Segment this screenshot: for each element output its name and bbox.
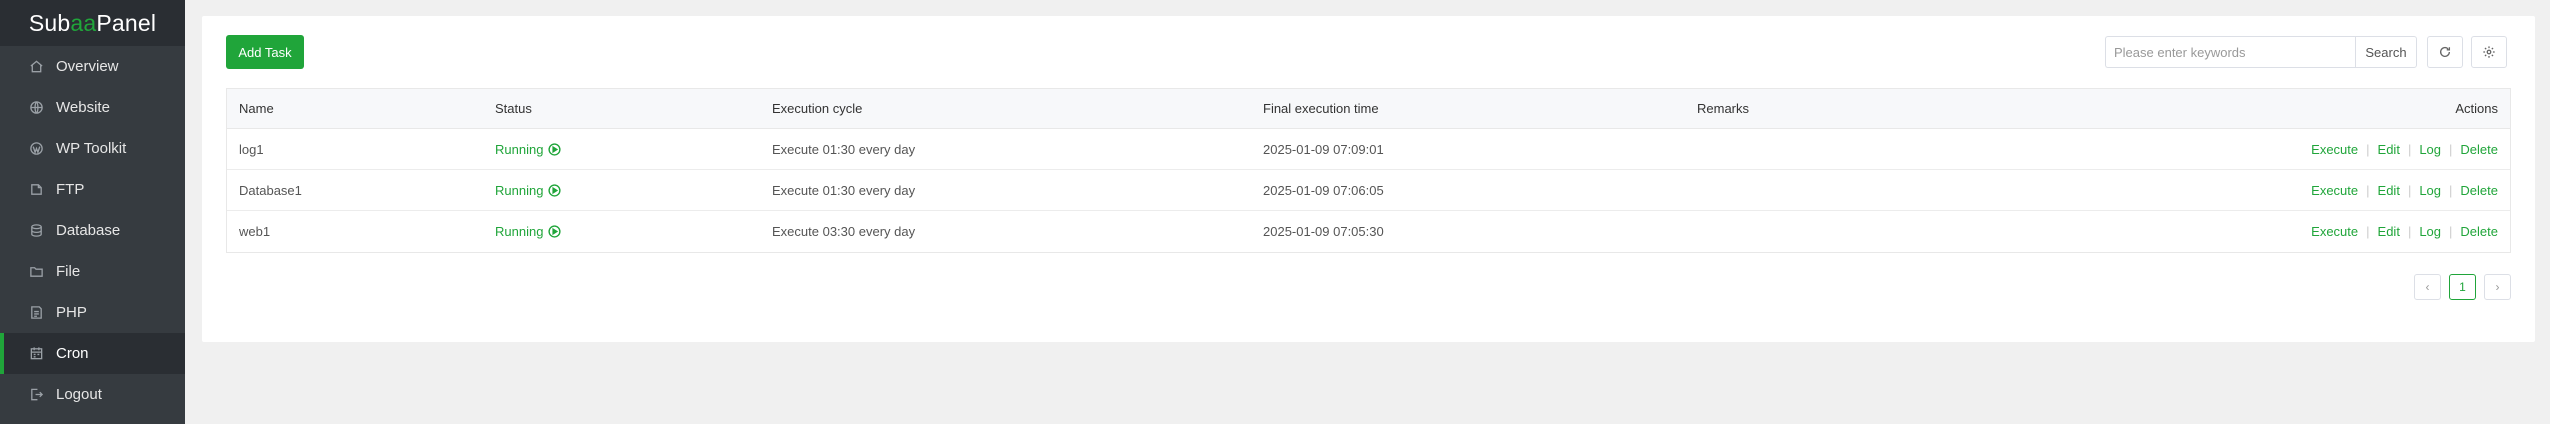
wordpress-icon	[28, 141, 44, 157]
sidebar-item-label: Website	[56, 99, 110, 116]
sidebar-item-file[interactable]: File	[0, 251, 185, 292]
logout-icon	[28, 387, 44, 403]
status-label: Running	[495, 141, 544, 157]
sidebar-item-wp-toolkit[interactable]: WP Toolkit	[0, 128, 185, 169]
sidebar-item-label: Logout	[56, 386, 102, 403]
sidebar-item-label: Cron	[56, 345, 89, 362]
home-icon	[28, 59, 44, 75]
execution-cycle: Execute 03:30 every day	[772, 224, 916, 239]
table-row: Database1 Running Execute 01:30 every da…	[227, 170, 2510, 211]
execution-cycle: Execute 01:30 every day	[772, 182, 916, 198]
status-running[interactable]: Running	[495, 224, 562, 239]
play-circle-icon	[548, 142, 562, 156]
sidebar-item-overview[interactable]: Overview	[0, 46, 185, 87]
table-row: web1 Running Execute 03:30 every day 202…	[227, 211, 2510, 252]
refresh-icon	[2439, 46, 2451, 57]
play-circle-icon	[548, 225, 562, 238]
last-execution-time: 2025-01-09 07:09:01	[1263, 141, 1384, 157]
row-actions: Execute | Edit | Log | Delete	[2311, 182, 2498, 198]
sidebar-item-ftp[interactable]: FTP	[0, 169, 185, 210]
cron-table: Name Status Execution cycle Final execut…	[226, 88, 2511, 253]
execute-link[interactable]: Execute	[2311, 224, 2358, 239]
task-name: log1	[239, 141, 264, 157]
log-link[interactable]: Log	[2419, 142, 2441, 157]
globe-icon	[28, 100, 44, 116]
status-label: Running	[495, 182, 544, 198]
header-status[interactable]: Status	[495, 101, 532, 116]
database-icon	[28, 223, 44, 239]
row-actions: Execute | Edit | Log | Delete	[2311, 224, 2498, 239]
sidebar-item-label: WP Toolkit	[56, 140, 127, 157]
pagination: ‹ 1 ›	[2414, 274, 2511, 300]
edit-link[interactable]: Edit	[2378, 142, 2400, 157]
folder-icon	[28, 264, 44, 280]
search-button[interactable]: Search	[2355, 36, 2417, 68]
table-header: Name Status Execution cycle Final execut…	[227, 89, 2510, 129]
brand-suffix: Panel	[96, 9, 157, 36]
last-execution-time: 2025-01-09 07:05:30	[1263, 224, 1384, 239]
header-last-execution[interactable]: Final execution time	[1263, 101, 1379, 116]
task-name: web1	[239, 224, 271, 239]
cron-panel: Add Task Search Name Status Execution cy…	[202, 16, 2535, 342]
gear-icon	[2483, 46, 2495, 58]
last-execution-time: 2025-01-09 07:06:05	[1263, 182, 1384, 198]
ftp-icon	[28, 182, 44, 198]
execution-cycle: Execute 01:30 every day	[772, 141, 916, 157]
sidebar-item-database[interactable]: Database	[0, 210, 185, 251]
search-bar: Search	[2105, 36, 2417, 68]
status-label: Running	[495, 224, 544, 239]
sidebar-item-logout[interactable]: Logout	[0, 374, 185, 415]
delete-link[interactable]: Delete	[2460, 183, 2498, 198]
edit-link[interactable]: Edit	[2378, 183, 2400, 198]
log-link[interactable]: Log	[2419, 224, 2441, 239]
php-icon	[28, 305, 44, 321]
header-name[interactable]: Name	[239, 101, 274, 116]
header-actions: Actions	[2455, 101, 2498, 116]
status-running[interactable]: Running	[495, 182, 562, 198]
prev-page-button[interactable]: ‹	[2414, 274, 2441, 300]
sidebar-item-label: Overview	[56, 58, 119, 75]
sidebar-item-cron[interactable]: Cron	[0, 333, 185, 374]
brand-prefix: Sub	[28, 9, 71, 36]
edit-link[interactable]: Edit	[2378, 224, 2400, 239]
brand-logo[interactable]: Sub aa Panel	[0, 0, 185, 46]
next-page-button[interactable]: ›	[2484, 274, 2511, 300]
settings-button[interactable]	[2471, 36, 2507, 68]
sidebar-item-label: PHP	[56, 304, 87, 321]
execute-link[interactable]: Execute	[2311, 142, 2358, 157]
calendar-icon	[28, 346, 44, 362]
row-actions: Execute | Edit | Log | Delete	[2311, 141, 2498, 157]
search-input[interactable]	[2105, 36, 2355, 68]
log-link[interactable]: Log	[2419, 183, 2441, 198]
sidebar-item-label: File	[56, 263, 81, 280]
page-button-current[interactable]: 1	[2449, 274, 2476, 300]
sidebar-item-website[interactable]: Website	[0, 87, 185, 128]
status-running[interactable]: Running	[495, 141, 562, 157]
refresh-button[interactable]	[2427, 36, 2463, 68]
delete-link[interactable]: Delete	[2460, 224, 2498, 239]
sidebar: Sub aa Panel Overview Website WP Toolkit …	[0, 0, 185, 424]
sidebar-item-php[interactable]: PHP	[0, 292, 185, 333]
sidebar-item-label: Database	[56, 222, 121, 239]
brand-accent: aa	[70, 9, 97, 36]
add-task-button[interactable]: Add Task	[226, 35, 304, 69]
play-circle-icon	[548, 183, 562, 197]
table-row: log1 Running Execute 01:30 every day 202…	[227, 129, 2510, 170]
task-name: Database1	[239, 182, 302, 198]
header-cycle[interactable]: Execution cycle	[772, 101, 862, 116]
execute-link[interactable]: Execute	[2311, 183, 2358, 198]
delete-link[interactable]: Delete	[2460, 142, 2498, 157]
sidebar-item-label: FTP	[56, 181, 85, 198]
header-remarks: Remarks	[1697, 101, 1750, 116]
